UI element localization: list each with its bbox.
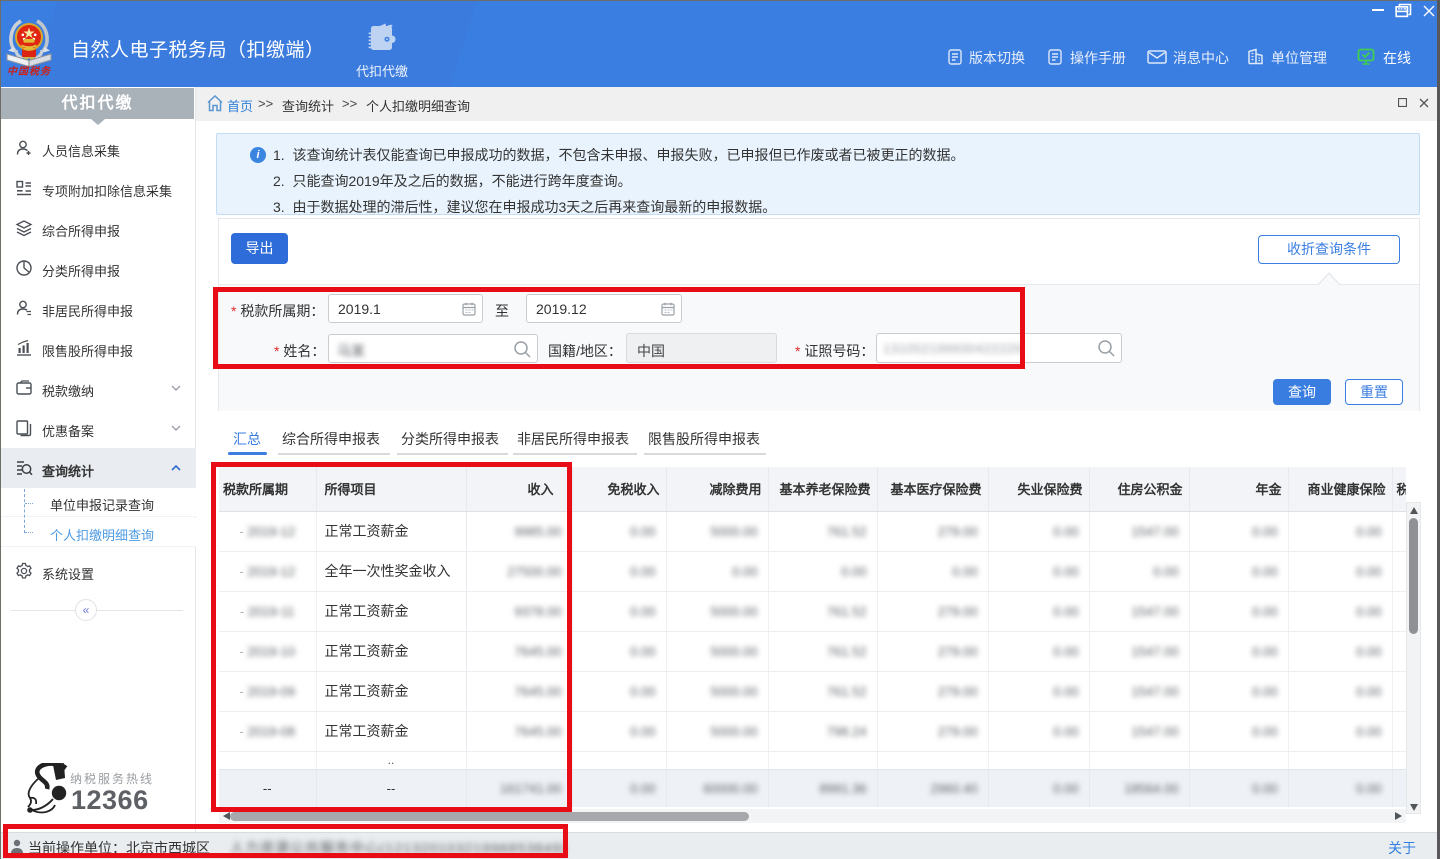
- svg-text:中国税务: 中国税务: [7, 66, 52, 78]
